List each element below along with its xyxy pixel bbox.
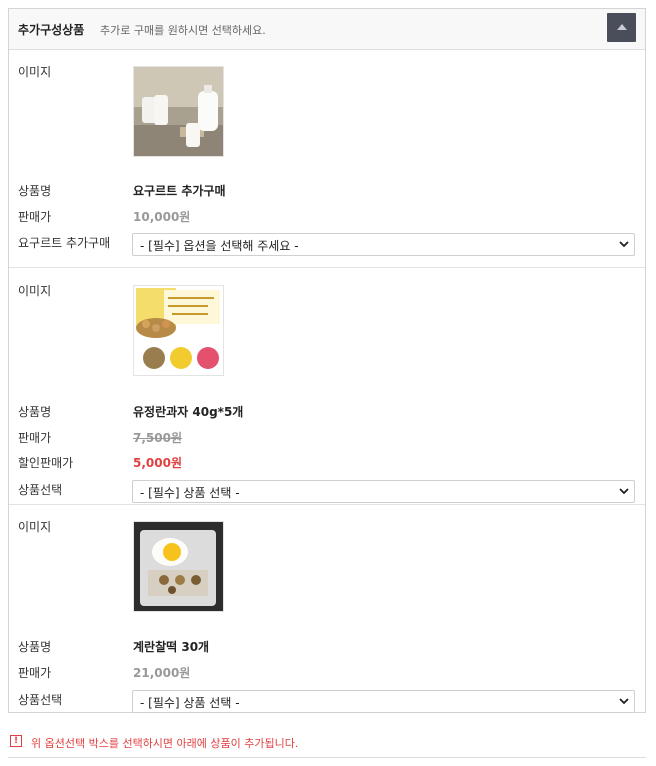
product-item-egg-snack: 이미지 상품명 유정란과자 40g*5개 판매가 7,500원 할인판매가 5,… [9, 267, 645, 505]
chevron-down-icon [619, 488, 629, 495]
price-label: 판매가 [18, 431, 52, 445]
product-name: 계란찰떡 30개 [133, 640, 210, 654]
product-select-label: 상품선택 [18, 693, 63, 707]
warning-icon: ! [10, 735, 22, 747]
option-select-value: - [필수] 옵션을 선택해 주세요 - [140, 239, 299, 253]
product-item-yogurt: 이미지 상품명 요구르트 추가구매 판매가 10,000원 요구르트 추가구매 … [9, 50, 645, 267]
section-description: 추가로 구매를 원하시면 선택하세요. [100, 24, 266, 37]
product-select-label: 상품선택 [18, 483, 63, 497]
panel-header: 추가구성상품 추가로 구매를 원하시면 선택하세요. [9, 9, 645, 50]
option-label: 요구르트 추가구매 [18, 236, 111, 250]
additional-products-panel: 추가구성상품 추가로 구매를 원하시면 선택하세요. 이미지 상품명 요구르트 … [8, 8, 646, 713]
product-sale-price: 5,000원 [133, 456, 182, 470]
product-select[interactable]: - [필수] 상품 선택 - [132, 690, 635, 713]
product-select[interactable]: - [필수] 상품 선택 - [132, 480, 635, 503]
product-item-rice-cake: 이미지 상품명 계란찰떡 30개 판매가 21,000원 상품선택 - [필수]… [9, 504, 645, 713]
product-original-price: 7,500원 [133, 431, 182, 445]
option-select[interactable]: - [필수] 옵션을 선택해 주세요 - [132, 233, 635, 256]
price-label: 판매가 [18, 210, 52, 224]
price-label: 판매가 [18, 666, 52, 680]
product-name: 유정란과자 40g*5개 [133, 405, 244, 419]
section-title: 추가구성상품 [18, 23, 85, 37]
product-image-rice-cake[interactable] [133, 521, 224, 612]
product-select-value: - [필수] 상품 선택 - [140, 696, 240, 710]
divider [8, 757, 646, 758]
name-label: 상품명 [18, 405, 52, 419]
chevron-down-icon [619, 241, 629, 248]
name-label: 상품명 [18, 184, 52, 198]
collapse-toggle-button[interactable] [607, 13, 636, 42]
product-price: 10,000원 [133, 210, 191, 224]
image-label: 이미지 [18, 284, 52, 298]
image-label: 이미지 [18, 520, 52, 534]
caret-up-icon [617, 24, 627, 30]
sale-price-label: 할인판매가 [18, 456, 74, 470]
product-select-value: - [필수] 상품 선택 - [140, 486, 240, 500]
product-image-yogurt[interactable] [133, 66, 224, 157]
name-label: 상품명 [18, 640, 52, 654]
chevron-down-icon [619, 698, 629, 705]
product-price: 21,000원 [133, 666, 191, 680]
product-image-egg-snack[interactable] [133, 285, 224, 376]
notice-text: 위 옵션선택 박스를 선택하시면 아래에 상품이 추가됩니다. [31, 737, 299, 750]
product-name: 요구르트 추가구매 [133, 184, 226, 198]
image-label: 이미지 [18, 65, 52, 79]
